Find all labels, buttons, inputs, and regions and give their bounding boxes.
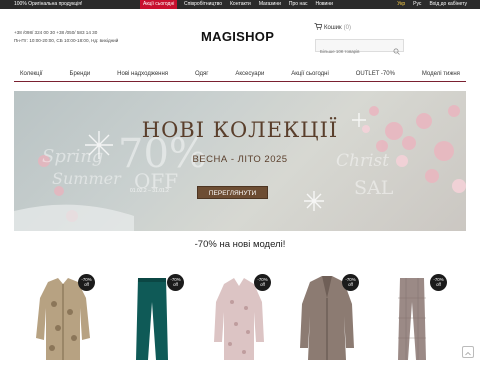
discount-badge-text: off <box>348 282 353 287</box>
top-link-stores[interactable]: Магазини <box>259 0 281 9</box>
top-right: Укр Рус Вхід до кабінету <box>397 0 467 9</box>
top-link-news[interactable]: Новини <box>316 0 333 9</box>
nav-models-of-week[interactable]: Моделі тижня <box>422 71 460 77</box>
site-logo[interactable]: MAGISHOP <box>201 29 274 44</box>
nav-promotions[interactable]: Акції сьогодні <box>291 71 329 77</box>
search-box <box>315 39 404 57</box>
nav-clothing[interactable]: Одяг <box>195 71 208 77</box>
product-card[interactable]: -70% off <box>378 268 458 360</box>
banner-title: НОВІ КОЛЕКЦІЇ <box>141 118 339 142</box>
top-link-cooperation[interactable]: Співробітництво <box>184 0 222 9</box>
contact-info: +38 /098/ 324 00 30 +38 /050/ 583 14 30 … <box>14 29 118 45</box>
product-card[interactable]: -70% off <box>204 268 284 360</box>
top-link-about[interactable]: Про нас <box>289 0 308 9</box>
banner-bg-summer: Summer <box>52 169 121 188</box>
cart-link[interactable]: Кошик (0) <box>314 23 351 32</box>
phone-numbers[interactable]: +38 /098/ 324 00 30 +38 /050/ 583 14 30 <box>14 29 118 37</box>
discount-badge-text: off <box>173 282 178 287</box>
discount-badge-text: off <box>260 282 265 287</box>
working-hours: Пн-Пт: 10:00-20:00, СБ 10:00-18:00, Нд: … <box>14 38 119 43</box>
banner-date-range: 01.02.2 – 31.01.2 <box>130 188 169 194</box>
banner-view-button[interactable]: ПЕРЕГЛЯНУТИ <box>197 186 268 199</box>
nav-brands[interactable]: Бренди <box>70 71 91 77</box>
lang-ua[interactable]: Укр <box>397 0 405 9</box>
discount-badge: -70% off <box>167 274 184 291</box>
top-links: Співробітництво Контакти Магазини Про на… <box>184 0 333 9</box>
discount-badge: -70% off <box>430 274 447 291</box>
discount-badge: -70% off <box>342 274 359 291</box>
nav-accessories[interactable]: Аксесуари <box>235 71 264 77</box>
nav-collections[interactable]: Колекції <box>20 71 43 77</box>
banner-bg-sale: SAL <box>354 177 394 199</box>
lang-ru[interactable]: Рус <box>413 0 421 9</box>
search-input[interactable] <box>316 46 392 57</box>
product-card[interactable]: -70% off <box>116 268 196 360</box>
cart-label: Кошик <box>324 24 342 31</box>
top-bar: 100% Оригінальна продукція! Акції сьогод… <box>0 0 480 9</box>
authentic-notice: 100% Оригінальна продукція! <box>14 1 83 7</box>
search-icon[interactable] <box>393 42 400 60</box>
login-link[interactable]: Вхід до кабінету <box>429 0 467 9</box>
nav-new-arrivals[interactable]: Нові надходження <box>117 71 168 77</box>
cart-icon <box>314 23 323 32</box>
main-nav: Колекції Бренди Нові надходження Одяг Ак… <box>14 66 466 82</box>
top-promo-link[interactable]: Акції сьогодні <box>140 0 178 9</box>
product-card[interactable]: -70% off <box>292 268 372 360</box>
top-link-contacts[interactable]: Контакти <box>230 0 251 9</box>
banner-subtitle: ВЕСНА - ЛІТО 2025 <box>192 154 288 165</box>
nav-outlet[interactable]: OUTLET -70% <box>356 71 395 77</box>
cart-count: (0) <box>343 24 351 31</box>
discount-badge: -70% off <box>78 274 95 291</box>
chevron-up-icon <box>465 343 471 361</box>
sale-section-title: -70% на нові моделі! <box>194 239 286 250</box>
scroll-to-top-button[interactable] <box>462 346 474 358</box>
discount-badge: -70% off <box>254 274 271 291</box>
hero-banner[interactable]: 70% OFF Spring Summer Christ SAL 01.02.2… <box>14 91 466 231</box>
product-card[interactable]: -70% off <box>28 268 108 360</box>
discount-badge-text: off <box>84 282 89 287</box>
discount-badge-text: off <box>436 282 441 287</box>
